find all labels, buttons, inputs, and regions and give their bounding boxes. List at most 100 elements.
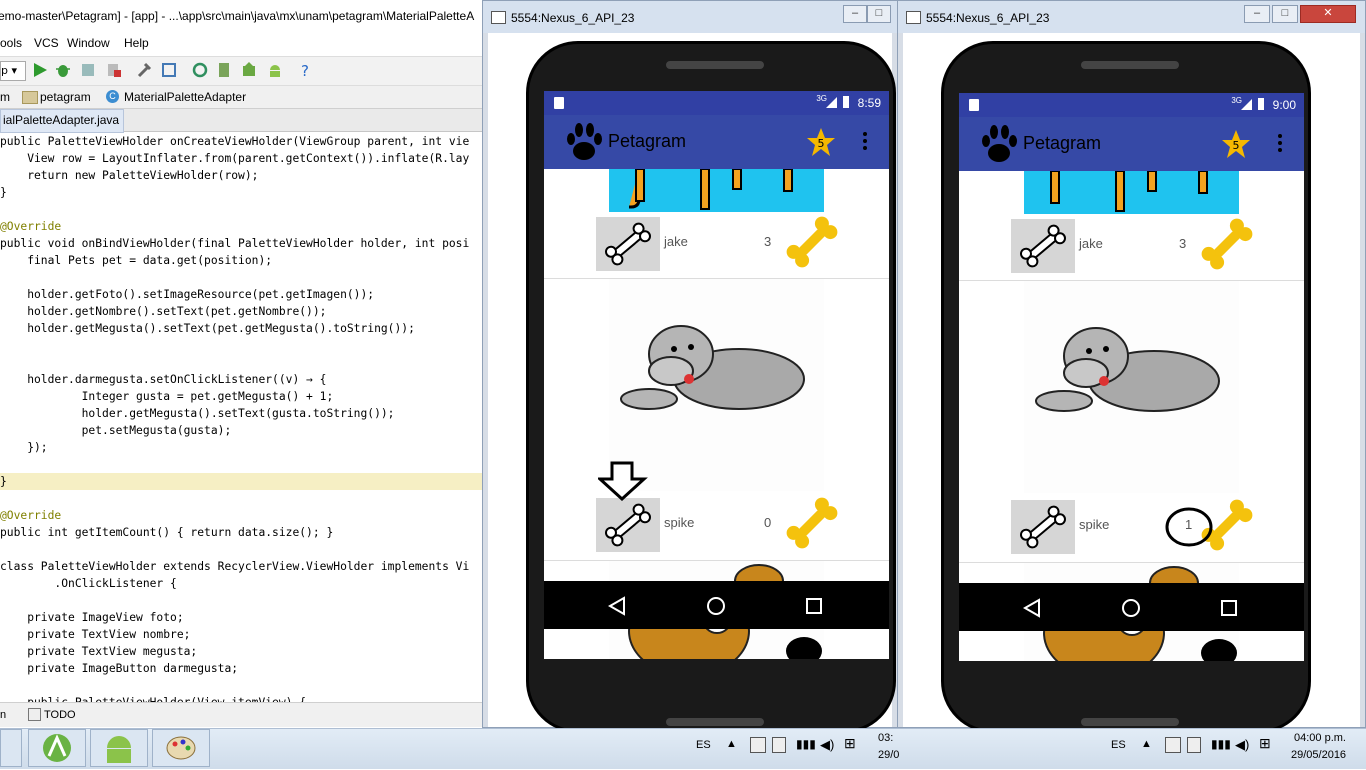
run-config-dropdown[interactable]: p ▾ [0,61,26,81]
ide-title-bar: emo-master\Petagram] - [app] - ...\app\s… [0,0,482,32]
tray-volume-icon[interactable]: ◀) [820,737,834,753]
app-title: Petagram [1023,133,1102,153]
android-icon[interactable] [266,61,284,79]
battery-icon [1258,98,1264,110]
tray-network-icon[interactable]: ▮▮▮ [1211,737,1231,751]
structure-icon[interactable] [160,61,178,79]
maximize-button[interactable]: □ [1272,5,1298,23]
code-editor[interactable]: public PaletteViewHolder onCreateViewHol… [0,133,482,709]
home-icon[interactable] [705,595,727,617]
favorites-star-icon[interactable]: 5 [1221,129,1251,159]
crumb-module[interactable]: m [0,90,10,104]
bottom-tab-run[interactable]: n [0,709,6,721]
down-arrow-annotation [598,461,648,501]
tray-action-center-icon[interactable]: ⊞ [1259,735,1271,752]
emulator-window-icon [906,11,921,24]
code-line: final Pets pet = data.get(position); [0,254,273,267]
bottom-tab-todo[interactable]: TODO [44,709,76,721]
emulator-window-icon [491,11,506,24]
menu-help[interactable]: Help [124,36,149,50]
pet-card-row: spike 0 [544,493,889,555]
maximize-button[interactable]: □ [867,5,891,23]
tray-volume-icon[interactable]: ◀) [1235,737,1249,753]
tray-flag-icon[interactable] [750,737,766,753]
wrench-icon[interactable] [136,61,154,79]
close-button[interactable]: ✕ [1300,5,1356,23]
home-icon[interactable] [1120,597,1142,619]
like-bone-button[interactable] [596,498,660,552]
like-bone-button[interactable] [596,217,660,271]
favorites-star-icon[interactable]: 5 [806,127,836,157]
pet-card-row: jake 3 [959,214,1304,276]
code-line: class PaletteViewHolder extends Recycler… [0,560,470,573]
yellow-bone-icon [786,497,838,549]
pet-name: jake [664,234,688,249]
overflow-menu-icon[interactable] [862,131,868,151]
star-count: 5 [1233,139,1240,152]
back-icon[interactable] [606,595,628,617]
code-line: private TextView nombre; [0,628,191,641]
pet-likes-count: 3 [1179,236,1187,251]
avd-icon[interactable] [215,61,233,79]
minimize-button[interactable]: – [843,5,867,23]
like-bone-button[interactable] [1011,219,1075,273]
language-indicator[interactable]: ES [1111,739,1126,751]
editor-tab-file[interactable]: ialPaletteAdapter.java [0,109,124,133]
taskbar-app-partial[interactable] [0,729,22,767]
top-speaker [1081,61,1179,69]
taskbar-android-studio-icon[interactable] [28,729,86,767]
language-indicator[interactable]: ES [696,739,711,751]
run-config-label: p [1,64,8,77]
like-bone-button[interactable] [1011,500,1075,554]
taskbar-paint-icon[interactable] [152,729,210,767]
breadcrumb: m petagram C MaterialPaletteAdapter [0,86,482,109]
recents-icon[interactable] [803,595,825,617]
dog-legs-illustration [1050,171,1208,212]
ide-title-text: emo-master\Petagram] - [app] - ...\app\s… [0,9,475,23]
code-line: private TextView megusta; [0,645,198,658]
tray-device-icon[interactable] [1187,737,1201,753]
tray-expand-icon[interactable]: ▲ [726,738,737,750]
back-icon[interactable] [1021,597,1043,619]
app-bar: Petagram 5 [544,115,889,169]
phone-frame: 3G 9:00 Petagram 5 jake 3 spike 1 [941,41,1311,733]
bone-icon [1019,224,1067,268]
debug-icon[interactable] [54,61,72,79]
crumb-class[interactable]: MaterialPaletteAdapter [124,90,246,104]
run-icon[interactable] [31,61,49,79]
bottom-speaker [666,718,764,726]
menu-vcs[interactable]: VCS [34,36,59,50]
signal-icon [1241,99,1252,110]
code-line: View row = LayoutInflater.from(parent.ge… [0,152,470,165]
attach-icon[interactable] [79,61,97,79]
tray-device-icon[interactable] [772,737,786,753]
todo-icon [28,708,41,721]
ide-window: emo-master\Petagram] - [app] - ...\app\s… [0,0,482,728]
ide-menubar: ools VCS Window Help [0,33,482,53]
code-line: private ImageButton darmegusta; [0,662,239,675]
sync-icon[interactable] [191,61,209,79]
tray-expand-icon[interactable]: ▲ [1141,738,1152,750]
tray-flag-icon[interactable] [1165,737,1181,753]
crumb-package[interactable]: petagram [40,90,91,104]
tray-network-icon[interactable]: ▮▮▮ [796,737,816,751]
phone-frame: 3G 8:59 Petagram 5 jake 3 spike 0 [526,41,896,733]
code-line: holder.getNombre().setText(pet.getNombre… [0,305,327,318]
svg-text:?: ? [301,62,309,79]
help-icon[interactable]: ? [297,61,315,80]
menu-window[interactable]: Window [67,36,110,50]
editor-tab-label: ialPaletteAdapter.java [3,113,120,127]
taskbar-avd-icon[interactable] [90,729,148,767]
menu-tools[interactable]: ools [0,36,22,50]
minimize-button[interactable]: – [1244,5,1270,23]
signal-icon [826,97,837,108]
sdk-icon[interactable] [240,61,258,79]
stop-icon[interactable] [105,61,123,79]
overflow-menu-icon[interactable] [1277,133,1283,153]
recents-icon[interactable] [1218,597,1240,619]
code-line: holder.darmegusta.setOnClickListener((v)… [0,373,327,386]
tray-action-center-icon[interactable]: ⊞ [844,735,856,752]
bone-icon [604,503,652,547]
